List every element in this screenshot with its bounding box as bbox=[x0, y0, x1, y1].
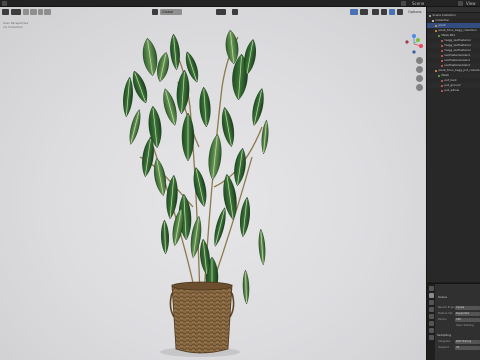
render-engine-row: Render Engine Cycles bbox=[438, 306, 480, 310]
material-tab-icon[interactable] bbox=[428, 335, 434, 340]
leaf bbox=[258, 228, 266, 266]
viewport-samples-label: Viewport bbox=[438, 346, 450, 349]
outliner-item-icon bbox=[429, 14, 431, 17]
open-shading-row: Open Shading bbox=[438, 324, 480, 328]
outliner-item-icon bbox=[441, 79, 443, 82]
leaf bbox=[240, 196, 250, 238]
leaf bbox=[129, 109, 141, 145]
leaf bbox=[221, 106, 235, 148]
top-bar: Scene View Layer bbox=[0, 0, 480, 13]
leaf bbox=[208, 133, 222, 181]
sampling-section-header[interactable]: Sampling bbox=[437, 333, 451, 337]
leaf bbox=[242, 269, 250, 305]
outliner-tree: Scene Collection Collection plant plant_fic… bbox=[427, 13, 480, 93]
basket-pot bbox=[169, 281, 235, 354]
leaf bbox=[161, 219, 169, 255]
object-tab-icon[interactable] bbox=[428, 328, 434, 333]
view-layer-icon[interactable] bbox=[458, 1, 463, 6]
leaf bbox=[170, 33, 180, 71]
outliner-item-icon bbox=[438, 74, 440, 77]
scene-icon[interactable] bbox=[401, 1, 406, 6]
integrator-label: Integrator bbox=[438, 340, 451, 343]
scene-tab-icon[interactable] bbox=[428, 314, 434, 319]
tool-tab-icon[interactable] bbox=[428, 286, 434, 291]
integrator-dropdown[interactable]: Path Tracing bbox=[455, 340, 480, 344]
leaf bbox=[214, 207, 226, 247]
properties-panel: Scene Render Engine Cycles Feature Set S… bbox=[426, 283, 480, 360]
open-shading-checkbox[interactable]: Open Shading bbox=[455, 324, 480, 328]
leaves bbox=[123, 29, 269, 305]
outliner-item-icon bbox=[441, 59, 443, 62]
leaf bbox=[157, 52, 169, 82]
render-tab-icon[interactable] bbox=[428, 293, 434, 298]
leaf bbox=[193, 167, 207, 207]
outliner-item-icon bbox=[435, 29, 437, 32]
outliner-item-icon bbox=[435, 69, 437, 72]
view-layer-tab-icon[interactable] bbox=[428, 307, 434, 312]
scene-selector[interactable]: Scene bbox=[412, 0, 424, 7]
blender-window: Scene View Layer Global Options User Per… bbox=[0, 0, 480, 360]
properties-tabs bbox=[427, 284, 435, 360]
world-tab-icon[interactable] bbox=[428, 321, 434, 326]
device-label: Device bbox=[438, 318, 447, 321]
outliner-item-icon bbox=[435, 24, 437, 27]
leaf bbox=[176, 69, 190, 115]
leaf bbox=[252, 88, 264, 126]
viewport-samples-row: Viewport 32 bbox=[438, 346, 480, 350]
3d-viewport[interactable]: Global Options User Perspective (1) Coll… bbox=[0, 7, 426, 360]
render-engine-dropdown[interactable]: Cycles bbox=[455, 306, 480, 310]
outliner-panel: Scene Collection Collection plant plant_fic… bbox=[426, 7, 480, 282]
outliner-item-icon bbox=[441, 49, 443, 52]
feature-set-row: Feature Set Supported bbox=[438, 312, 480, 316]
editor-type-icon[interactable] bbox=[2, 1, 7, 6]
leaf bbox=[166, 174, 178, 220]
outliner-item-label: pot_willow bbox=[444, 88, 460, 92]
viewport-samples-field[interactable]: 32 bbox=[455, 346, 480, 350]
leaf bbox=[123, 76, 133, 118]
outliner-item-icon bbox=[441, 44, 443, 47]
feature-set-label: Feature Set bbox=[438, 312, 453, 315]
outliner-item-icon bbox=[441, 39, 443, 42]
outliner-row[interactable]: pot_willow bbox=[427, 88, 480, 93]
render-engine-label: Render Engine bbox=[438, 306, 457, 309]
leaf bbox=[261, 119, 269, 155]
device-dropdown[interactable]: CPU bbox=[455, 318, 480, 322]
plant-render bbox=[123, 29, 269, 357]
outliner-item-icon bbox=[441, 89, 443, 92]
device-row: Device CPU bbox=[438, 318, 480, 322]
feature-set-dropdown[interactable]: Supported bbox=[455, 312, 480, 316]
outliner-item-icon bbox=[432, 19, 434, 22]
outliner-item-icon bbox=[441, 84, 443, 87]
leaf bbox=[142, 37, 158, 77]
integrator-row: Integrator Path Tracing bbox=[438, 340, 480, 344]
outliner-item-icon bbox=[441, 54, 443, 57]
output-tab-icon[interactable] bbox=[428, 300, 434, 305]
outliner-item-icon bbox=[441, 64, 443, 67]
properties-title: Scene bbox=[438, 295, 448, 299]
outliner-item-icon bbox=[438, 34, 440, 37]
leaf bbox=[199, 86, 211, 128]
leaf bbox=[181, 112, 195, 162]
